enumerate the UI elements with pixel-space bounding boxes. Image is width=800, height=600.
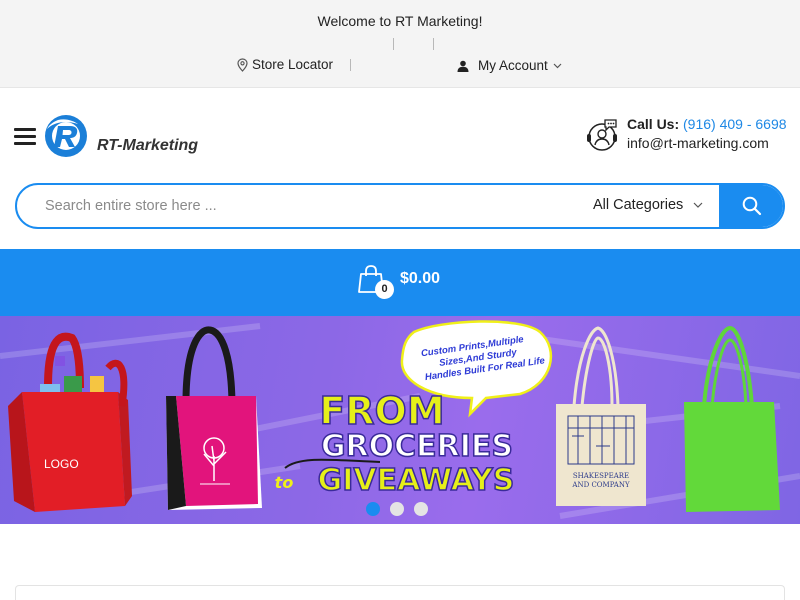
carousel-dot-3[interactable] [414, 502, 428, 516]
green-tote-bag [684, 325, 780, 512]
chevron-down-icon [693, 202, 703, 208]
search-button[interactable] [719, 185, 783, 227]
call-us-label: Call Us: [627, 116, 680, 132]
menu-icon [14, 128, 36, 131]
chevron-down-icon [553, 63, 562, 68]
my-account-label: My Account [478, 58, 548, 73]
menu-toggle-button[interactable] [14, 128, 36, 146]
pink-tote-bag [166, 326, 262, 510]
hero-banner[interactable]: LOGO Custom Prints,Multiple Sizes,And St… [0, 316, 800, 524]
headline-from: FROM [319, 389, 444, 433]
search-icon [742, 196, 762, 216]
search-bar: All Categories [15, 183, 785, 229]
search-input[interactable] [45, 195, 565, 217]
bag-logo-text: LOGO [44, 457, 79, 471]
call-us: Call Us: (916) 409 - 6698 [627, 116, 787, 132]
user-icon [457, 60, 469, 72]
menu-icon-bar [14, 135, 36, 138]
my-account-dropdown[interactable]: My Account [457, 58, 562, 73]
category-select-value: All Categories [593, 197, 684, 213]
carousel-dots [366, 502, 428, 516]
map-pin-icon [237, 57, 248, 72]
logo-text: RT-Marketing [97, 137, 199, 154]
customer-support-icon [587, 119, 617, 151]
tote-print-line-1: SHAKESPEARE [573, 472, 629, 480]
red-grocery-bag [8, 332, 132, 512]
email-link[interactable]: info@rt-marketing.com [627, 135, 769, 151]
cart-total[interactable]: $0.00 [400, 270, 440, 288]
top-bar: Welcome to RT Marketing! Store Locator M… [0, 0, 800, 88]
headline-to: to [275, 473, 294, 492]
divider [350, 59, 351, 71]
phone-link[interactable]: (916) 409 - 6698 [683, 116, 787, 132]
carousel-dot-2[interactable] [390, 502, 404, 516]
category-select[interactable]: All Categories [593, 197, 703, 213]
tote-print-line-2: AND COMPANY [571, 481, 630, 489]
headline-giveaways: GIVEAWAYS [318, 463, 515, 498]
divider [433, 38, 434, 50]
headline-groceries: GROCERIES [321, 429, 513, 464]
divider [393, 38, 394, 50]
content-panel [15, 585, 785, 600]
menu-icon-bar [14, 142, 36, 145]
banner-artwork: LOGO Custom Prints,Multiple Sizes,And St… [0, 320, 800, 519]
welcome-message: Welcome to RT Marketing! [317, 13, 483, 29]
store-locator-link[interactable]: Store Locator [237, 57, 333, 72]
carousel-dot-1[interactable] [366, 502, 380, 516]
store-locator-label: Store Locator [252, 57, 334, 72]
cart-count-badge: 0 [375, 280, 394, 299]
